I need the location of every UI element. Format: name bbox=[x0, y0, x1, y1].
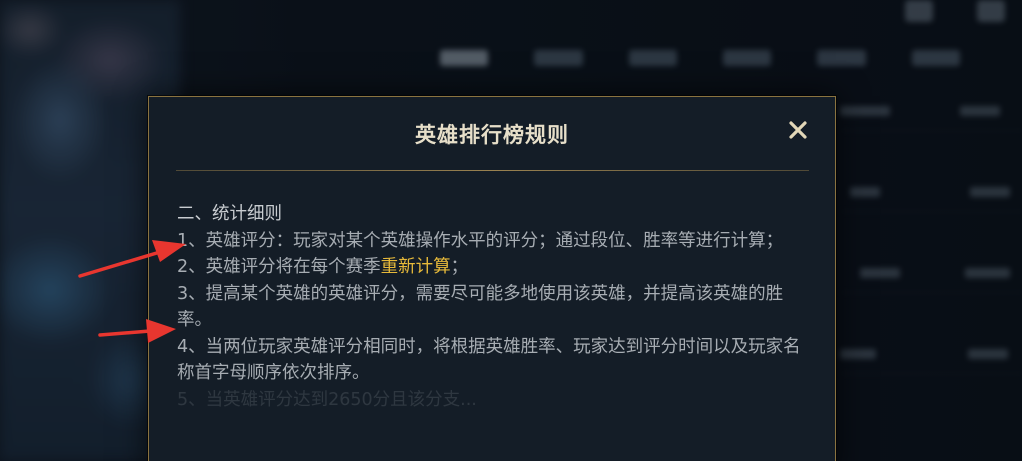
close-icon bbox=[789, 121, 807, 139]
background-row bbox=[840, 90, 1022, 131]
rule-item-4: 4、当两位玩家英雄评分相同时，将根据英雄胜率、玩家达到评分时间以及玩家名称首字母… bbox=[177, 336, 801, 384]
rule-item-3: 3、提高某个英雄的英雄评分，需要尽可能多地使用该英雄，并提高该英雄的胜率。 bbox=[177, 283, 784, 331]
title-divider bbox=[176, 170, 809, 171]
rule-item-5-faded: 5、当英雄评分达到2650分且该分支... bbox=[177, 389, 477, 410]
rule-item-2-text: 2、英雄评分将在每个赛季 bbox=[177, 257, 381, 277]
close-button[interactable] bbox=[785, 117, 811, 143]
background-ranking-list bbox=[840, 90, 1022, 450]
background-icon bbox=[905, 0, 933, 22]
background-tab-bar bbox=[440, 44, 960, 72]
background-icon bbox=[977, 0, 1005, 22]
rule-item-1: 1、英雄评分：玩家对某个英雄操作水平的评分；通过段位、胜率等进行计算； bbox=[177, 230, 784, 251]
background-tab bbox=[440, 50, 489, 66]
rule-item-2-end: ； bbox=[450, 257, 469, 277]
background-row bbox=[840, 171, 1022, 212]
rule-item-2: 2、英雄评分将在每个赛季重新计算； bbox=[177, 254, 817, 281]
background-row bbox=[840, 252, 1022, 293]
rules-content: 二、统计细则 1、英雄评分：玩家对某个英雄操作水平的评分；通过段位、胜率等进行计… bbox=[177, 201, 817, 413]
background-tab bbox=[628, 50, 677, 66]
dialog-title: 英雄排行榜规则 bbox=[415, 123, 569, 147]
background-top-icons bbox=[905, 0, 1005, 22]
rule-item-2-highlight: 重新计算 bbox=[380, 257, 451, 277]
background-tab bbox=[722, 50, 772, 66]
game-client-screen: 英雄排行榜规则 二、统计细则 1、英雄评分：玩家对某个英雄操作水平的评分；通过段… bbox=[0, 0, 1022, 461]
hero-ranking-rules-dialog: 英雄排行榜规则 二、统计细则 1、英雄评分：玩家对某个英雄操作水平的评分；通过段… bbox=[148, 96, 836, 461]
background-tab bbox=[534, 50, 583, 66]
background-row bbox=[840, 333, 1022, 374]
background-tab bbox=[817, 50, 866, 66]
section-heading: 二、统计细则 bbox=[177, 204, 282, 224]
background-tab bbox=[911, 50, 960, 66]
